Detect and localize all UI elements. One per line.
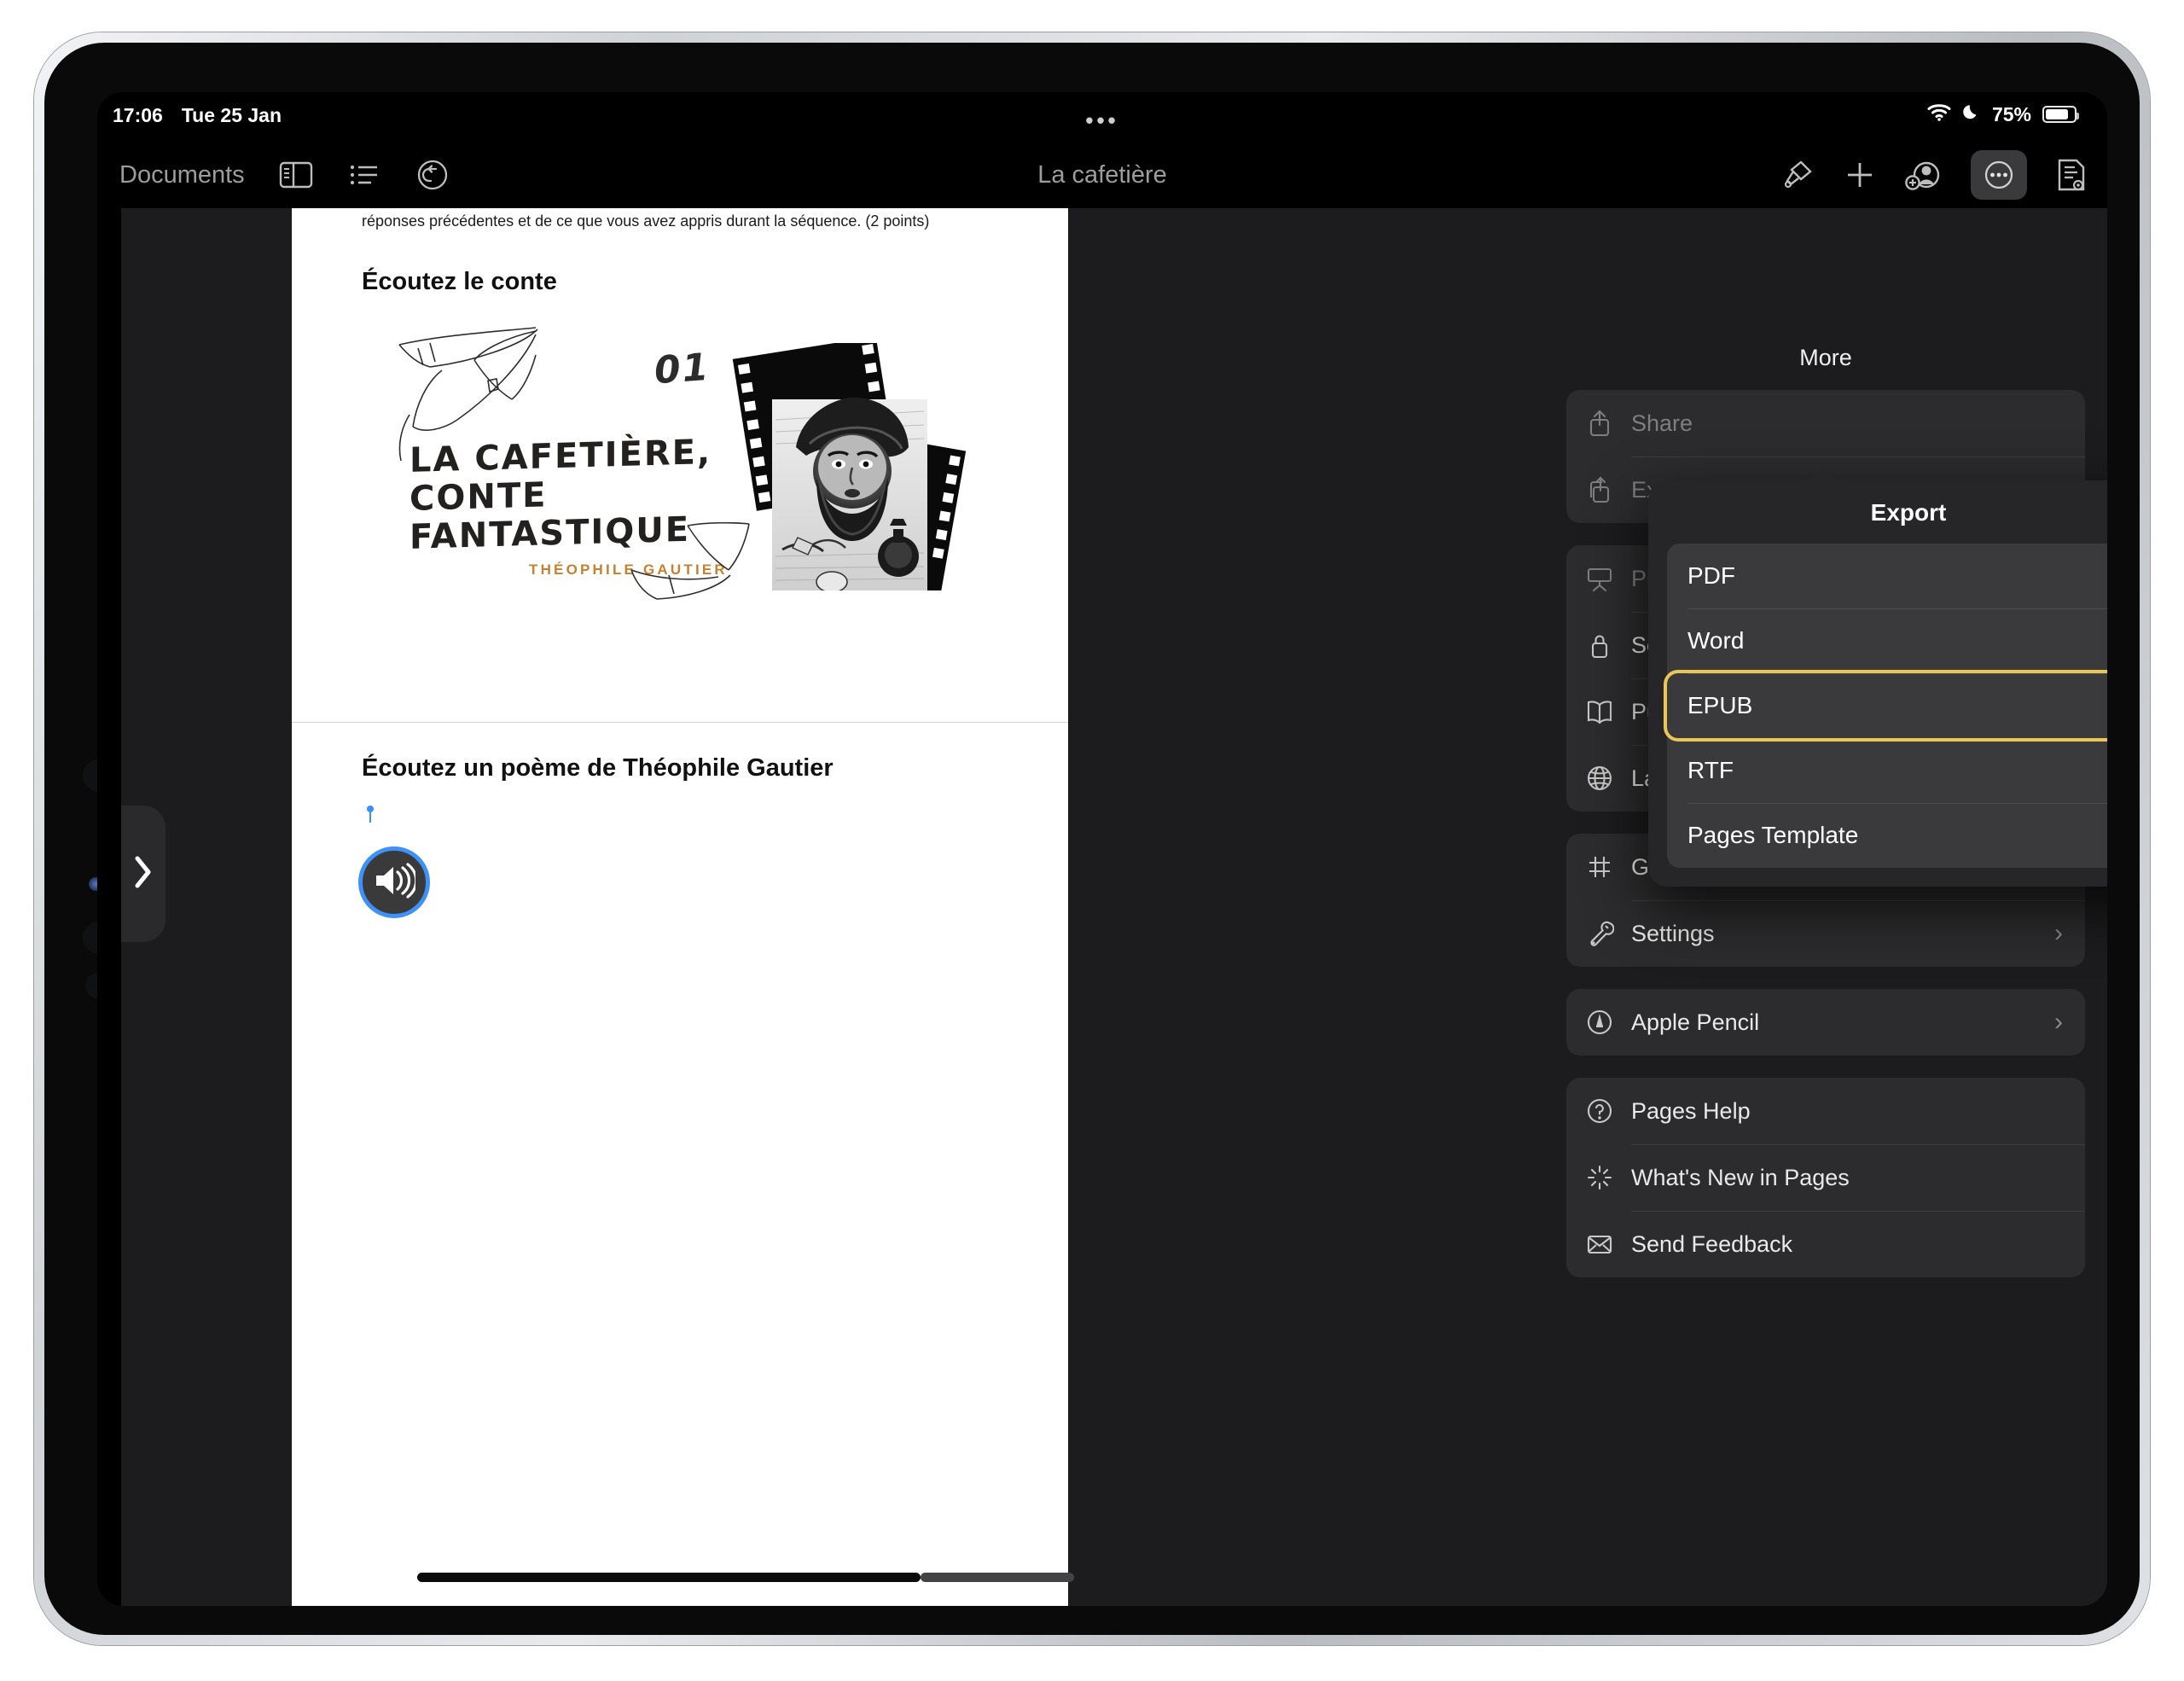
document-heading-ecoutez-le-conte: Écoutez le conte — [362, 268, 557, 295]
book-cover-illustration[interactable]: 01 LA CAFETIÈRE, CONTE FANTASTIQUE THÉOP… — [377, 326, 974, 600]
toolbar-right-group — [1780, 150, 2088, 200]
menu-group: Pages Help What's New in Pages Send Feed… — [1566, 1078, 2085, 1277]
illustration-number: 01 — [653, 345, 712, 393]
export-option-label: EPUB — [1687, 692, 1753, 718]
menu-item-apple-pencil[interactable]: Apple Pencil › — [1566, 989, 2085, 1056]
sidebar-reveal-handle[interactable] — [121, 806, 166, 942]
export-options-list: PDF Word EPUB RTF Pages Template — [1664, 544, 2107, 868]
menu-item-label: Apple Pencil — [1631, 1009, 1760, 1035]
add-collaborator-icon[interactable] — [1904, 158, 1943, 192]
canvas-left-gutter — [97, 208, 121, 1606]
audio-play-button[interactable] — [358, 846, 430, 918]
export-option-pages-template[interactable]: Pages Template — [1667, 803, 2107, 868]
status-date: Tue 25 Jan — [181, 104, 282, 126]
lock-icon — [1585, 631, 1631, 660]
apple-pencil-icon — [1585, 1008, 1631, 1037]
status-bar-right: 75% — [1927, 102, 2079, 126]
chevron-right-icon: › — [2054, 1008, 2063, 1036]
page-break-divider — [292, 722, 1068, 723]
sparkle-icon — [1585, 1163, 1631, 1192]
format-brush-icon[interactable] — [1780, 157, 1815, 193]
menu-item-pages-help[interactable]: Pages Help — [1566, 1078, 2085, 1144]
wifi-icon — [1927, 102, 1951, 126]
toolbar-left-group: Documents — [97, 158, 450, 192]
document-partial-paragraph: réponses précédentes et de ce que vous a… — [362, 212, 930, 230]
insert-plus-icon[interactable] — [1843, 158, 1877, 192]
filmstrip-photo-collage — [732, 343, 967, 590]
ipad-device-frame: 17:06 Tue 25 Jan ••• 75% Documents La ca… — [34, 32, 2150, 1645]
menu-item-label: What's New in Pages — [1631, 1164, 1850, 1190]
status-bar-left: 17:06 Tue 25 Jan — [113, 104, 282, 127]
sidebar-icon[interactable] — [279, 160, 313, 189]
export-option-label: Pages Template — [1687, 822, 1859, 848]
export-option-epub[interactable]: EPUB — [1664, 670, 2107, 742]
export-option-label: RTF — [1687, 757, 1734, 783]
export-option-rtf[interactable]: RTF — [1667, 738, 2107, 803]
wrench-icon — [1585, 919, 1631, 948]
multitask-handle[interactable]: ••• — [1085, 108, 1118, 134]
ipad-screen: 17:06 Tue 25 Jan ••• 75% Documents La ca… — [97, 92, 2107, 1606]
chevron-right-icon: › — [2054, 919, 2063, 947]
export-option-pdf[interactable]: PDF — [1667, 544, 2107, 608]
documents-back-button[interactable]: Documents — [119, 161, 245, 189]
app-toolbar: Documents La cafetière — [97, 142, 2107, 208]
list-view-icon[interactable] — [347, 160, 381, 189]
menu-item-label: Pages Help — [1631, 1097, 1751, 1124]
export-option-label: PDF — [1687, 562, 1735, 589]
chevron-right-icon — [132, 853, 154, 895]
grid-hash-icon — [1585, 852, 1631, 881]
moon-icon — [1962, 102, 1981, 126]
undo-icon[interactable] — [415, 158, 450, 192]
document-heading-ecoutez-un-poeme: Écoutez un poème de Théophile Gautier — [362, 754, 834, 782]
horizontal-scrollbar-track[interactable] — [921, 1573, 1074, 1582]
menu-item-label: Settings — [1631, 920, 1715, 946]
status-time: 17:06 — [113, 104, 163, 126]
menu-item-settings[interactable]: Settings › — [1566, 900, 2085, 967]
export-option-label: Word — [1687, 627, 1745, 654]
page-title: La cafetière — [1037, 160, 1167, 189]
menu-item-share[interactable]: Share — [1566, 390, 2085, 457]
more-panel-title: More — [1799, 345, 1852, 370]
menu-item-label: Share — [1631, 410, 1693, 436]
presenter-screen-icon — [1585, 564, 1631, 593]
device-bezel: 17:06 Tue 25 Jan ••• 75% Documents La ca… — [44, 43, 2140, 1635]
speaker-wave-icon — [373, 862, 418, 903]
menu-item-send-feedback[interactable]: Send Feedback — [1566, 1211, 2085, 1277]
book-icon — [1585, 697, 1631, 726]
export-popover-title: Export — [1870, 499, 1947, 526]
document-view-icon[interactable] — [2054, 157, 2088, 193]
menu-item-what-s-new-in-pages[interactable]: What's New in Pages — [1566, 1144, 2085, 1211]
menu-group: Apple Pencil › — [1566, 989, 2085, 1056]
question-circle-icon — [1585, 1096, 1631, 1126]
document-page-area[interactable]: réponses précédentes et de ce que vous a… — [292, 208, 1068, 1606]
horizontal-scrollbar-thumb[interactable] — [417, 1573, 921, 1582]
export-share-icon — [1585, 475, 1631, 504]
battery-percent-label: 75% — [1991, 102, 2031, 125]
export-option-word[interactable]: Word — [1667, 608, 2107, 673]
status-bar: 17:06 Tue 25 Jan ••• 75% — [97, 92, 2107, 142]
share-icon — [1585, 409, 1631, 438]
globe-icon — [1585, 764, 1631, 793]
battery-icon — [2042, 106, 2079, 123]
object-anchor-marker — [367, 806, 374, 823]
menu-item-label: Send Feedback — [1631, 1230, 1793, 1257]
document-canvas[interactable]: réponses précédentes et de ce que vous a… — [97, 208, 2107, 1606]
export-popover: Export PDF Word EPUB RTF Pages Template — [1648, 466, 2107, 887]
more-ellipsis-icon[interactable] — [1971, 150, 2027, 200]
envelope-icon — [1585, 1230, 1631, 1259]
